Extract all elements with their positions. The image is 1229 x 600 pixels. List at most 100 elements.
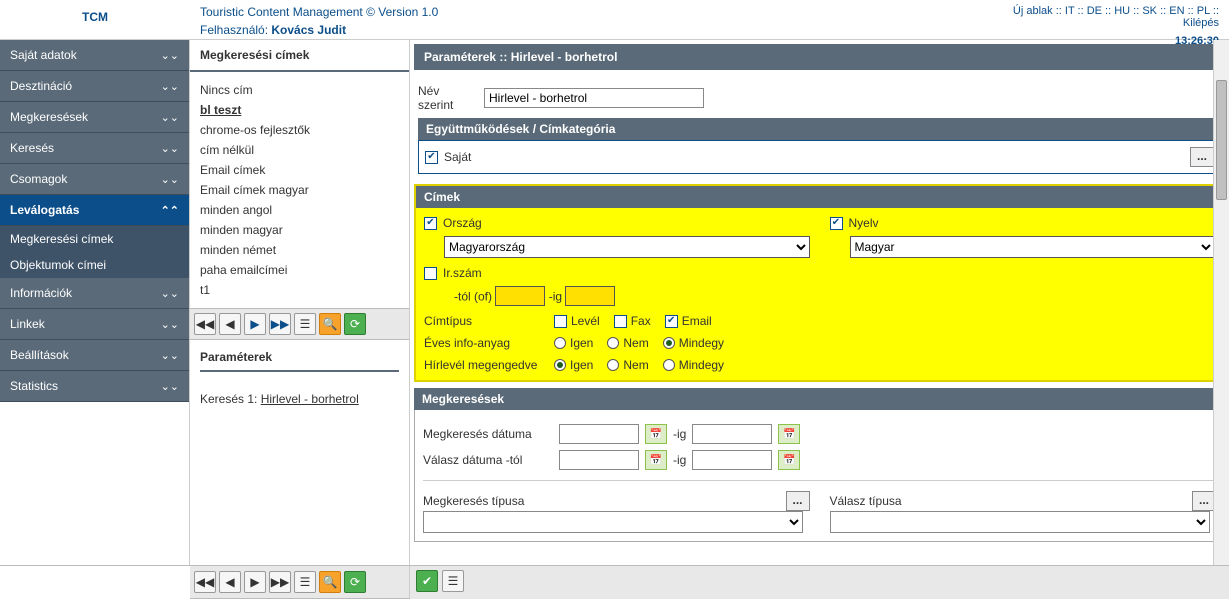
submit-button[interactable]: ✔ <box>416 570 438 592</box>
bottom-search-button[interactable]: 🔍 <box>319 571 341 593</box>
ig-label: -ig <box>549 290 562 304</box>
link-lang-sk[interactable]: SK <box>1142 5 1157 17</box>
copy-button[interactable]: ☰ <box>442 570 464 592</box>
nyelv-label: Nyelv <box>849 216 879 230</box>
next-page-button[interactable]: ▶ <box>244 313 266 335</box>
list-item[interactable]: cím nélkül <box>200 140 399 160</box>
sidebar-item-megkeresesek[interactable]: Megkeresések⌄⌄ <box>0 102 189 133</box>
vertical-scrollbar[interactable] <box>1213 40 1229 565</box>
first-page-button[interactable]: ◀◀ <box>194 313 216 335</box>
tol-label: -tól (of) <box>454 290 492 304</box>
sidebar-item-sajat-adatok[interactable]: Saját adatok⌄⌄ <box>0 40 189 71</box>
hirlevel-label: Hírlevél megengedve <box>424 358 554 372</box>
mk-head: Megkeresések <box>414 388 1225 410</box>
link-lang-de[interactable]: DE <box>1087 5 1102 17</box>
list-item[interactable]: Nincs cím <box>200 80 399 100</box>
sidebar-item-informaciok[interactable]: Információk⌄⌄ <box>0 278 189 309</box>
last-page-button[interactable]: ▶▶ <box>269 313 291 335</box>
calendar-icon[interactable]: 📅 <box>778 424 800 444</box>
sidebar-item-csomagok[interactable]: Csomagok⌄⌄ <box>0 164 189 195</box>
midcol-head: Megkeresési címek <box>190 40 409 72</box>
calendar-icon[interactable]: 📅 <box>778 450 800 470</box>
link-logout[interactable]: Kilépés <box>1183 17 1219 29</box>
cimek-block: Címek Ország Magyarország <box>414 184 1225 382</box>
link-lang-pl[interactable]: PL <box>1197 5 1210 17</box>
bottom-doc-button[interactable]: ☰ <box>294 571 316 593</box>
level-checkbox[interactable] <box>554 315 567 328</box>
hirlevel-mindegy-radio[interactable] <box>663 359 675 371</box>
irszam-checkbox[interactable] <box>424 267 437 280</box>
chevron-down-icon: ⌄⌄ <box>161 111 179 124</box>
chevron-down-icon: ⌄⌄ <box>161 380 179 393</box>
sidebar-item-kereses[interactable]: Keresés⌄⌄ <box>0 133 189 164</box>
orszag-select[interactable]: Magyarország <box>444 236 810 258</box>
megkeresesek-block: Megkeresések Megkeresés dátuma 📅 -ig 📅 V… <box>414 388 1225 542</box>
sidebar-item-linkek[interactable]: Linkek⌄⌄ <box>0 309 189 340</box>
list-item[interactable]: minden angol <box>200 200 399 220</box>
bottom-next-button[interactable]: ▶ <box>244 571 266 593</box>
valasz-date-to-input[interactable] <box>692 450 772 470</box>
nyelv-select[interactable]: Magyar <box>850 236 1216 258</box>
sidebar-item-beallitasok[interactable]: Beállítások⌄⌄ <box>0 340 189 371</box>
email-checkbox[interactable] <box>665 315 678 328</box>
mk-date-to-input[interactable] <box>692 424 772 444</box>
name-label: Név szerint <box>418 84 478 112</box>
sajat-checkbox[interactable] <box>425 151 438 164</box>
eves-igen-radio[interactable] <box>554 337 566 349</box>
list-item[interactable]: minden magyar <box>200 220 399 240</box>
valasz-tipus-select[interactable] <box>830 511 1210 533</box>
sidebar-sub-megkeresesi-cimek[interactable]: Megkeresési címek <box>0 226 189 252</box>
calendar-icon[interactable]: 📅 <box>645 450 667 470</box>
chevron-down-icon: ⌄⌄ <box>161 318 179 331</box>
search-button[interactable]: 🔍 <box>319 313 341 335</box>
list-item[interactable]: chrome-os fejlesztők <box>200 120 399 140</box>
params-head: Paraméterek <box>200 350 399 372</box>
document-button[interactable]: ☰ <box>294 313 316 335</box>
sidebar: Saját adatok⌄⌄ Desztináció⌄⌄ Megkeresése… <box>0 40 190 565</box>
prev-page-button[interactable]: ◀ <box>219 313 241 335</box>
sidebar-item-statistics[interactable]: Statistics⌄⌄ <box>0 371 189 402</box>
valasz-ig-label: -ig <box>673 453 686 467</box>
mk-date-from-input[interactable] <box>559 424 639 444</box>
calendar-icon[interactable]: 📅 <box>645 424 667 444</box>
nyelv-checkbox[interactable] <box>830 217 843 230</box>
mk-tipus-label: Megkeresés típusa <box>423 494 524 508</box>
orszag-checkbox[interactable] <box>424 217 437 230</box>
coop-more-button[interactable]: ... <box>1190 147 1214 167</box>
list-item[interactable]: Email címek magyar <box>200 180 399 200</box>
list-item[interactable]: bl teszt <box>200 100 399 120</box>
sidebar-item-levalogatas[interactable]: Leválogatás⌃⌃ <box>0 195 189 226</box>
eves-mindegy-radio[interactable] <box>663 337 675 349</box>
hirlevel-igen-radio[interactable] <box>554 359 566 371</box>
list-item[interactable]: t1 <box>200 280 399 300</box>
refresh-button[interactable]: ⟳ <box>344 313 366 335</box>
cimek-head: Címek <box>416 186 1223 208</box>
tol-input[interactable] <box>495 286 545 306</box>
sidebar-item-desztinacio[interactable]: Desztináció⌄⌄ <box>0 71 189 102</box>
coop-head: Együttműködések / Címkategória <box>418 118 1221 140</box>
list-item[interactable]: minden német <box>200 240 399 260</box>
link-lang-it[interactable]: IT <box>1065 5 1075 17</box>
bottom-first-button[interactable]: ◀◀ <box>194 571 216 593</box>
fax-checkbox[interactable] <box>614 315 627 328</box>
chevron-down-icon: ⌄⌄ <box>161 49 179 62</box>
bottom-prev-button[interactable]: ◀ <box>219 571 241 593</box>
list-item[interactable]: Email címek <box>200 160 399 180</box>
user-name: Kovács Judit <box>271 23 346 37</box>
link-lang-en[interactable]: EN <box>1169 5 1184 17</box>
hirlevel-nem-radio[interactable] <box>607 359 619 371</box>
list-item[interactable]: paha emailcímei <box>200 260 399 280</box>
name-input[interactable] <box>484 88 704 108</box>
eves-nem-radio[interactable] <box>607 337 619 349</box>
mk-tipus-select[interactable] <box>423 511 803 533</box>
link-lang-hu[interactable]: HU <box>1114 5 1130 17</box>
mk-tipus-more-button[interactable]: ... <box>786 491 810 511</box>
valasz-date-from-input[interactable] <box>559 450 639 470</box>
logo: TCM <box>0 0 190 39</box>
search-link[interactable]: Hirlevel - borhetrol <box>261 392 359 406</box>
bottom-last-button[interactable]: ▶▶ <box>269 571 291 593</box>
sidebar-sub-objektumok-cimei[interactable]: Objektumok címei <box>0 252 189 278</box>
ig-input[interactable] <box>565 286 615 306</box>
link-new-window[interactable]: Új ablak <box>1013 5 1053 17</box>
bottom-refresh-button[interactable]: ⟳ <box>344 571 366 593</box>
